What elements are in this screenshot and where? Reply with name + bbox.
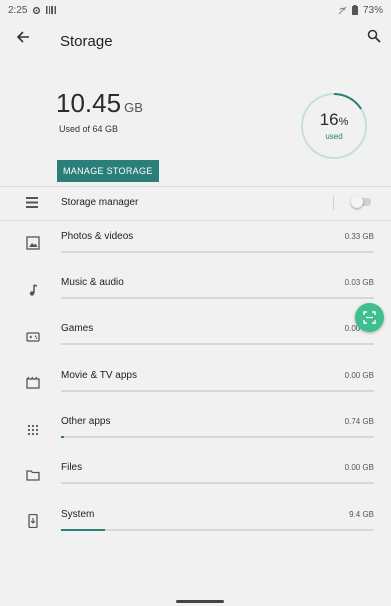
music-note-icon — [29, 284, 38, 296]
category-size: 0.33 GB — [344, 232, 374, 241]
vertical-separator — [333, 196, 334, 210]
category-usage-bar — [61, 343, 374, 345]
category-label: Games — [61, 323, 94, 334]
category-games[interactable]: Games 0.00 GB — [0, 314, 391, 360]
gamepad-icon — [26, 332, 40, 342]
storage-manager-icon — [26, 197, 38, 208]
category-usage-bar — [61, 251, 374, 253]
screenshot-fab[interactable] — [355, 303, 384, 332]
storage-manager-label: Storage manager — [61, 197, 139, 208]
manage-storage-button[interactable]: MANAGE STORAGE — [57, 160, 159, 182]
used-value: 10.45 — [56, 88, 122, 118]
category-size: 0.74 GB — [344, 417, 374, 426]
usage-bar-fill — [61, 436, 65, 438]
usage-ring-text: 16% used — [300, 92, 368, 160]
storage-manager-row[interactable]: Storage manager — [0, 186, 391, 220]
category-label: System — [61, 509, 95, 520]
back-arrow-icon[interactable] — [16, 30, 30, 44]
usage-bar-fill — [61, 529, 105, 531]
search-icon[interactable] — [367, 29, 381, 43]
category-usage-bar — [61, 482, 374, 484]
toggle-knob — [351, 196, 363, 208]
used-amount: 10.45 GB — [56, 88, 143, 119]
category-label: Photos & videos — [61, 231, 134, 242]
category-other-apps[interactable]: Other apps 0.74 GB — [0, 407, 391, 453]
folder-icon — [26, 470, 40, 481]
category-music-audio[interactable]: Music & audio 0.03 GB — [0, 268, 391, 314]
barcode-icon — [46, 6, 57, 14]
app-bar: Storage — [0, 20, 391, 62]
category-photos-videos[interactable]: Photos & videos 0.33 GB — [0, 222, 391, 268]
photo-icon — [26, 236, 40, 250]
percent-value: 16 — [319, 110, 339, 129]
page-title: Storage — [60, 33, 113, 50]
category-size: 0.03 GB — [344, 278, 374, 287]
system-phone-icon — [28, 514, 38, 528]
category-size: 0.00 GB — [344, 371, 374, 380]
navigation-handle[interactable] — [176, 600, 224, 603]
percent-label: used — [325, 132, 343, 141]
percent-used: 16% — [300, 110, 368, 130]
status-time: 2:25 — [8, 4, 28, 16]
status-bar: 2:25 73% — [0, 0, 391, 20]
apps-grid-icon — [27, 424, 39, 436]
category-usage-bar — [61, 390, 374, 392]
category-size: 0.00 GB — [344, 463, 374, 472]
used-unit: GB — [124, 100, 143, 115]
category-label: Files — [61, 462, 83, 473]
category-size: 9.4 GB — [349, 510, 374, 519]
category-files[interactable]: Files 0.00 GB — [0, 453, 391, 499]
category-system[interactable]: System 9.4 GB — [0, 500, 391, 546]
gear-icon — [33, 6, 41, 14]
category-movie-tv-apps[interactable]: Movie & TV apps 0.00 GB — [0, 361, 391, 407]
battery-icon — [351, 5, 358, 15]
movie-icon — [26, 376, 40, 389]
category-label: Movie & TV apps — [61, 370, 137, 381]
storage-summary: 10.45 GB Used of 64 GB MANAGE STORAGE 16%… — [0, 62, 391, 188]
category-usage-bar — [61, 436, 374, 438]
percent-sign: % — [338, 116, 349, 128]
category-usage-bar — [61, 529, 374, 531]
divider — [0, 220, 391, 221]
category-usage-bar — [61, 297, 374, 299]
screenshot-icon — [363, 311, 376, 324]
category-label: Other apps — [61, 416, 111, 427]
no-signal-icon — [338, 6, 347, 14]
used-of-total: Used of 64 GB — [59, 124, 119, 134]
category-label: Music & audio — [61, 277, 124, 288]
battery-percent: 73% — [362, 4, 383, 16]
storage-manager-toggle[interactable] — [351, 196, 371, 208]
